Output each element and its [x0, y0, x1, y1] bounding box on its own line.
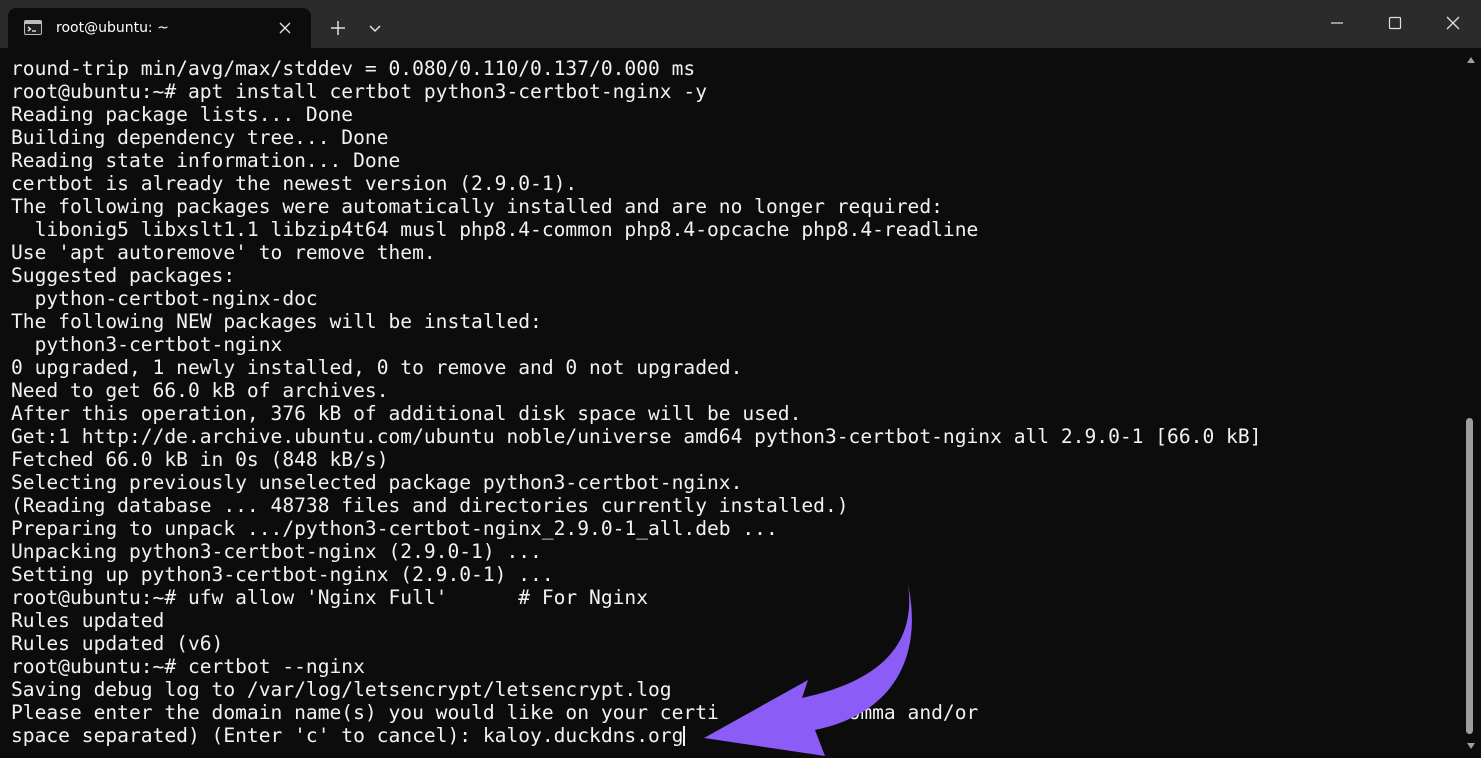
terminal-line: root@ubuntu:~# apt install certbot pytho…: [11, 80, 707, 103]
tab-dropdown-button[interactable]: [360, 14, 390, 42]
maximize-button[interactable]: [1366, 0, 1424, 46]
terminal-line: Suggested packages:: [11, 264, 236, 287]
terminal-line: Selecting previously unselected package …: [11, 471, 743, 494]
terminal-line: python-certbot-nginx-doc: [11, 287, 318, 310]
terminal-line: Rules updated: [11, 609, 165, 632]
terminal-line: Need to get 66.0 kB of archives.: [11, 379, 389, 402]
terminal-line: Get:1 http://de.archive.ubuntu.com/ubunt…: [11, 425, 1262, 448]
scroll-up-icon[interactable]: [1466, 56, 1476, 64]
terminal-line: Building dependency tree... Done: [11, 126, 389, 149]
terminal-line: Rules updated (v6): [11, 632, 224, 655]
terminal-line: Please enter the domain name(s) you woul…: [11, 701, 979, 724]
tab-title: root@ubuntu: ~: [56, 20, 169, 36]
minimize-button[interactable]: [1308, 0, 1366, 46]
terminal-line: python3-certbot-nginx: [11, 333, 283, 356]
terminal-icon: [24, 20, 42, 35]
terminal-line: Reading package lists... Done: [11, 103, 354, 126]
terminal-line: (Reading database ... 48738 files and di…: [11, 494, 849, 517]
terminal-line: The following packages were automaticall…: [11, 195, 943, 218]
terminal-line: 0 upgraded, 1 newly installed, 0 to remo…: [11, 356, 743, 379]
chevron-down-icon: [369, 25, 381, 33]
terminal-line: Reading state information... Done: [11, 149, 401, 172]
terminal-line: Fetched 66.0 kB in 0s (848 kB/s): [11, 448, 389, 471]
terminal-line: certbot is already the newest version (2…: [11, 172, 578, 195]
terminal-line: space separated) (Enter 'c' to cancel): …: [11, 724, 686, 747]
tab-close-icon[interactable]: [276, 19, 294, 37]
terminal-line: Saving debug log to /var/log/letsencrypt…: [11, 678, 672, 701]
terminal-window: root@ubuntu: ~ round-trip min/avg/max/st…: [0, 0, 1481, 758]
scroll-thumb[interactable]: [1466, 418, 1473, 734]
minimize-icon: [1331, 22, 1343, 24]
terminal-line: The following NEW packages will be insta…: [11, 310, 542, 333]
tab-terminal[interactable]: root@ubuntu: ~: [8, 8, 311, 48]
close-icon: [1446, 16, 1460, 30]
terminal-line: round-trip min/avg/max/stddev = 0.080/0.…: [11, 57, 696, 80]
terminal-line: Preparing to unpack .../python3-certbot-…: [11, 517, 778, 540]
terminal-line: Unpacking python3-certbot-nginx (2.9.0-1…: [11, 540, 542, 563]
terminal-line: Use 'apt autoremove' to remove them.: [11, 241, 436, 264]
maximize-icon: [1388, 16, 1402, 30]
terminal-line: root@ubuntu:~# ufw allow 'Nginx Full' # …: [11, 586, 649, 609]
new-tab-button[interactable]: [322, 14, 354, 42]
title-bar: root@ubuntu: ~: [0, 0, 1481, 48]
vertical-scrollbar[interactable]: [1461, 48, 1481, 758]
terminal-line: root@ubuntu:~# certbot --nginx: [11, 655, 365, 678]
terminal-line: libonig5 libxslt1.1 libzip4t64 musl php8…: [11, 218, 979, 241]
terminal-lines: round-trip min/avg/max/stddev = 0.080/0.…: [11, 57, 1261, 747]
terminal-line: Setting up python3-certbot-nginx (2.9.0-…: [11, 563, 554, 586]
scroll-down-icon[interactable]: [1466, 742, 1476, 750]
text-cursor: [683, 726, 686, 746]
terminal-line: After this operation, 376 kB of addition…: [11, 402, 802, 425]
terminal-output[interactable]: round-trip min/avg/max/stddev = 0.080/0.…: [0, 48, 1461, 758]
close-window-button[interactable]: [1424, 0, 1481, 46]
